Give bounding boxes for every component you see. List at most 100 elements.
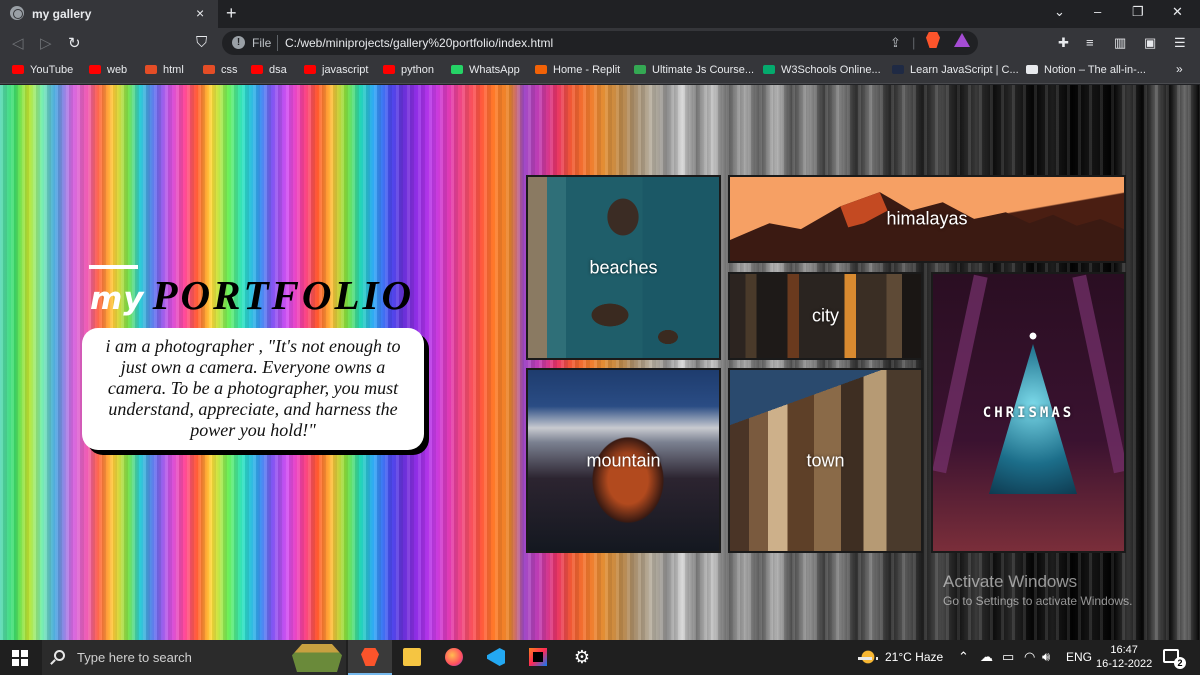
brave-rewards-icon[interactable] [954, 33, 970, 47]
reload-icon[interactable]: ↻ [68, 34, 81, 52]
taskbar-brave[interactable] [348, 640, 392, 675]
html5-icon [203, 65, 215, 74]
gallery-photo-christmas[interactable]: CHRISMAS [931, 272, 1126, 553]
activate-subtitle: Go to Settings to activate Windows. [943, 594, 1133, 608]
portfolio-page: my PORTFOLIO i am a photographer , "It's … [0, 85, 1200, 640]
photo-caption-city: city [812, 305, 839, 326]
youtube-icon [304, 65, 316, 74]
forward-icon[interactable]: ▷ [40, 34, 52, 52]
taskbar-vscode[interactable] [474, 640, 518, 675]
intro-quote: i am a photographer , "It's not enough t… [82, 328, 424, 450]
close-window-button[interactable]: ✕ [1172, 4, 1183, 20]
minimize-button[interactable]: – [1094, 4, 1101, 19]
taskbar-firefox[interactable] [432, 640, 476, 675]
bookmarks-overflow-icon[interactable]: » [1176, 62, 1183, 76]
taskbar-intellij[interactable] [516, 640, 560, 675]
youtube-icon [251, 65, 263, 74]
brave-icon [361, 648, 379, 666]
new-tab-button[interactable]: + [226, 3, 237, 24]
bookmarks-bar: YouTube web html css dsa javascript pyth… [0, 58, 1200, 84]
gear-icon: ⚙ [573, 647, 591, 667]
gallery-photo-himalayas[interactable]: himalayas [728, 175, 1126, 263]
bookmark-js-course[interactable]: Ultimate Js Course... [634, 64, 754, 76]
browser-tab[interactable]: my gallery × [0, 0, 218, 28]
bookmark-dsa[interactable]: dsa [251, 64, 287, 76]
restore-button[interactable]: ❐ [1132, 4, 1144, 20]
search-highlight-image[interactable] [292, 644, 342, 672]
html5-icon [145, 65, 157, 74]
taskbar-settings[interactable]: ⚙ [560, 640, 604, 675]
url-text[interactable]: C:/web/miniprojects/gallery%20portfolio/… [285, 36, 553, 50]
language-indicator[interactable]: ENG [1066, 650, 1092, 664]
photo-caption-beaches: beaches [589, 257, 658, 277]
taskbar-clock[interactable]: 16:47 16-12-2022 [1096, 643, 1152, 671]
bookmark-css[interactable]: css [203, 64, 238, 76]
address-separator [277, 35, 278, 51]
browser-toolbar: ◁ ▷ ↻ ⛉ ! File C:/web/miniprojects/galle… [0, 28, 1200, 58]
taskbar-search-box[interactable]: Type here to search [42, 640, 346, 675]
youtube-icon [89, 65, 101, 74]
tab-search-icon[interactable]: ⌄ [1054, 4, 1065, 20]
replit-icon [535, 65, 547, 74]
activate-windows-watermark: Activate Windows Go to Settings to activ… [943, 572, 1132, 608]
bookmark-w3schools[interactable]: W3Schools Online... [763, 64, 881, 76]
info-icon[interactable]: ! [232, 36, 245, 49]
gallery-photo-town[interactable]: town [728, 368, 923, 553]
bookmark-youtube[interactable]: YouTube [12, 64, 73, 76]
battery-icon[interactable]: ▭ [1002, 649, 1014, 665]
youtube-icon [12, 65, 24, 74]
tab-close-icon[interactable]: × [196, 5, 204, 21]
gallery-photo-city[interactable]: city [728, 272, 923, 360]
address-bar[interactable]: ! File C:/web/miniprojects/gallery%20por… [222, 31, 978, 55]
bookmark-replit[interactable]: Home - Replit [535, 64, 620, 76]
globe-icon [10, 6, 24, 20]
weather-text[interactable]: 21°C Haze [885, 650, 943, 664]
title-underline [89, 265, 138, 269]
firefox-icon [445, 648, 463, 666]
bookmark-javascript[interactable]: javascript [304, 64, 368, 76]
windows-taskbar: Type here to search ⚙ 21°C Haze ⌃ ☁ ▭ ◠ … [0, 640, 1200, 675]
notion-icon [1026, 65, 1038, 74]
volume-icon[interactable]: 🔊︎ [1042, 649, 1050, 665]
share-icon[interactable]: ⇪ [890, 35, 901, 51]
extensions-icon[interactable]: ✚ [1058, 35, 1069, 51]
taskbar-file-explorer[interactable] [390, 640, 434, 675]
media-icon[interactable]: ≡ [1086, 35, 1094, 50]
gallery-photo-beaches[interactable]: beaches [526, 175, 721, 360]
title-my: my [90, 281, 145, 317]
bookmark-whatsapp[interactable]: WhatsApp [451, 64, 520, 76]
wallet-icon[interactable]: ▣ [1144, 35, 1156, 51]
intellij-icon [529, 648, 547, 666]
address-divider: | [912, 35, 916, 50]
bookmark-page-icon[interactable]: ⛉ [196, 34, 207, 51]
gallery-photo-mountain[interactable]: mountain [526, 368, 721, 553]
wifi-icon[interactable]: ◠ [1024, 649, 1035, 665]
file-scheme-label: File [252, 36, 272, 50]
bookmark-python[interactable]: python [383, 64, 434, 76]
sidebar-icon[interactable]: ▥ [1114, 35, 1126, 51]
search-icon [54, 650, 65, 661]
bookmark-web[interactable]: web [89, 64, 127, 76]
photo-caption-mountain: mountain [586, 450, 661, 470]
bookmark-learn-javascript[interactable]: Learn JavaScript | C... [892, 64, 1019, 76]
photo-caption-christmas: CHRISMAS [982, 404, 1075, 421]
back-icon[interactable]: ◁ [12, 34, 24, 52]
bookmark-notion[interactable]: Notion – The all-in-... [1026, 64, 1146, 76]
photo-caption-himalayas: himalayas [886, 208, 968, 229]
light-beam [933, 274, 988, 474]
weather-haze-icon[interactable] [858, 648, 878, 666]
youtube-icon [383, 65, 395, 74]
menu-icon[interactable]: ☰ [1174, 35, 1186, 51]
vscode-icon [487, 648, 505, 666]
clock-time: 16:47 [1110, 644, 1138, 656]
notification-count: 2 [1174, 657, 1186, 669]
search-placeholder: Type here to search [77, 650, 192, 665]
bookmark-html[interactable]: html [145, 64, 184, 76]
clock-date: 16-12-2022 [1096, 658, 1153, 670]
browser-tab-strip: my gallery × + ⌄ – ❐ ✕ [0, 0, 1200, 28]
activate-title: Activate Windows [943, 572, 1078, 591]
google-drive-icon [634, 65, 646, 74]
chevron-up-icon[interactable]: ⌃ [958, 649, 969, 665]
onedrive-icon[interactable]: ☁ [980, 649, 993, 665]
windows-start-icon[interactable] [12, 650, 28, 666]
